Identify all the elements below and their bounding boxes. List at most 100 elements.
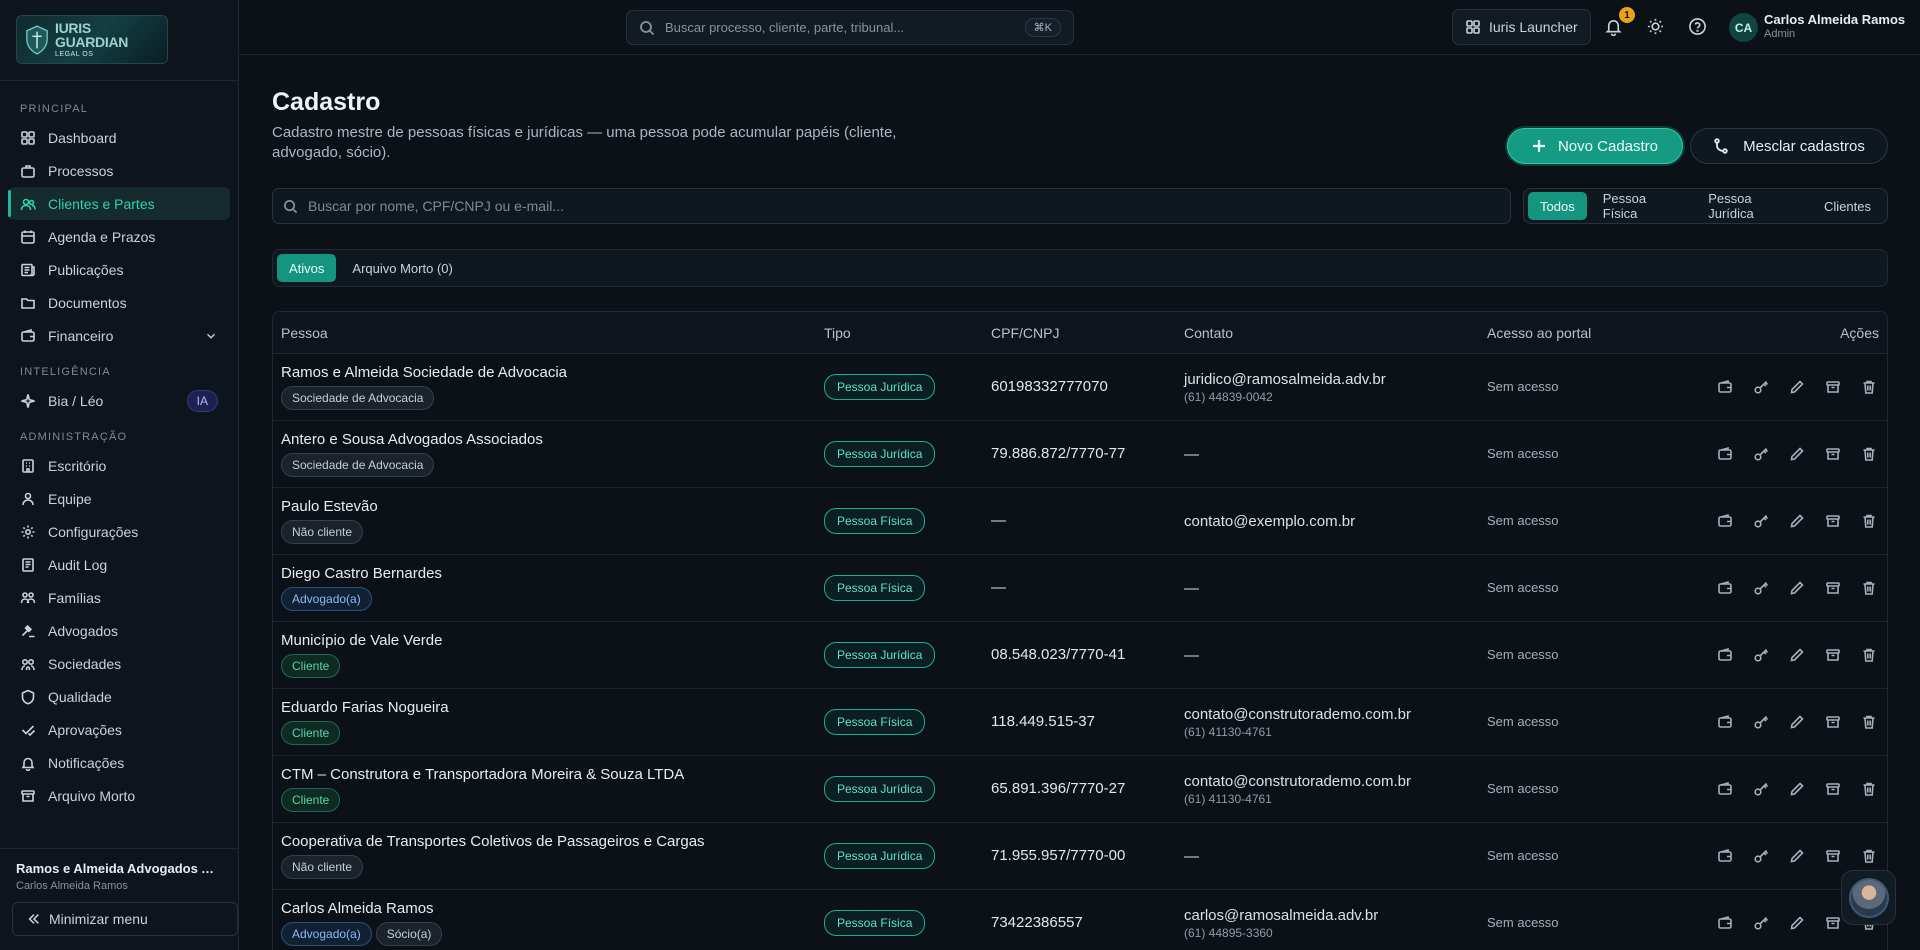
row-action-archive-button[interactable] — [1823, 511, 1843, 531]
table-row[interactable]: Eduardo Farias Nogueira Cliente Pessoa Fís… — [273, 689, 1887, 756]
table-row[interactable]: CTM – Construtora e Transportadora Morei… — [273, 756, 1887, 823]
help-button[interactable] — [1686, 15, 1708, 37]
sidebar-item-notificacoes[interactable]: Notificações — [8, 746, 230, 779]
row-action-archive-button[interactable] — [1823, 645, 1843, 665]
row-action-key-button[interactable] — [1751, 712, 1771, 732]
sidebar-item-agenda-e-prazos[interactable]: Agenda e Prazos — [8, 220, 230, 253]
person-name[interactable]: Cooperativa de Transportes Coletivos de … — [281, 833, 824, 850]
sidebar-item-escritorio[interactable]: Escritório — [8, 449, 230, 482]
row-action-edit-button[interactable] — [1787, 712, 1807, 732]
row-action-wallet-button[interactable] — [1715, 913, 1735, 933]
row-action-edit-button[interactable] — [1787, 578, 1807, 598]
row-action-key-button[interactable] — [1751, 444, 1771, 464]
sidebar-item-publicacoes[interactable]: Publicações — [8, 253, 230, 286]
row-action-wallet-button[interactable] — [1715, 377, 1735, 397]
sidebar-item-equipe[interactable]: Equipe — [8, 482, 230, 515]
row-action-trash-button[interactable] — [1859, 846, 1879, 866]
row-action-wallet-button[interactable] — [1715, 444, 1735, 464]
row-action-wallet-button[interactable] — [1715, 779, 1735, 799]
user-avatar[interactable]: CA — [1729, 13, 1758, 42]
filter-pessoa-fisica[interactable]: Pessoa Física — [1591, 191, 1693, 221]
row-action-key-button[interactable] — [1751, 779, 1771, 799]
row-action-trash-button[interactable] — [1859, 779, 1879, 799]
sidebar-item-documentos[interactable]: Documentos — [8, 286, 230, 319]
row-action-key-button[interactable] — [1751, 578, 1771, 598]
row-action-archive-button[interactable] — [1823, 779, 1843, 799]
sidebar-item-bia-leo[interactable]: Bia / Léo IA — [8, 384, 230, 417]
merge-records-button[interactable]: Mesclar cadastros — [1690, 128, 1888, 164]
chevron-down-icon[interactable] — [204, 329, 218, 343]
filter-todos[interactable]: Todos — [1528, 192, 1587, 220]
header-acesso-portal[interactable]: Acesso ao portal — [1487, 325, 1697, 341]
row-action-edit-button[interactable] — [1787, 511, 1807, 531]
minimize-menu-button[interactable]: Minimizar menu — [12, 902, 238, 936]
person-name[interactable]: CTM – Construtora e Transportadora Morei… — [281, 766, 824, 783]
sidebar-item-arquivo-morto[interactable]: Arquivo Morto — [8, 779, 230, 812]
iuris-launcher-button[interactable]: Iuris Launcher — [1452, 9, 1591, 45]
row-action-trash-button[interactable] — [1859, 712, 1879, 732]
theme-toggle-button[interactable] — [1644, 15, 1666, 37]
table-row[interactable]: Cooperativa de Transportes Coletivos de … — [273, 823, 1887, 890]
row-action-wallet-button[interactable] — [1715, 645, 1735, 665]
header-pessoa[interactable]: Pessoa — [273, 325, 824, 341]
person-name[interactable]: Eduardo Farias Nogueira — [281, 699, 824, 716]
filter-pessoa-juridica[interactable]: Pessoa Jurídica — [1696, 191, 1808, 221]
table-row[interactable]: Ramos e Almeida Sociedade de Advocacia So… — [273, 354, 1887, 421]
row-action-edit-button[interactable] — [1787, 377, 1807, 397]
row-action-trash-button[interactable] — [1859, 578, 1879, 598]
person-name[interactable]: Paulo Estevão — [281, 498, 824, 515]
row-action-key-button[interactable] — [1751, 511, 1771, 531]
filter-clientes[interactable]: Clientes — [1812, 192, 1883, 220]
row-action-archive-button[interactable] — [1823, 913, 1843, 933]
row-action-edit-button[interactable] — [1787, 645, 1807, 665]
app-logo[interactable]: IURIS GUARDIAN LEGAL OS — [16, 15, 168, 64]
table-row[interactable]: Diego Castro Bernardes Advogado(a) Pessoa … — [273, 555, 1887, 622]
row-action-key-button[interactable] — [1751, 645, 1771, 665]
person-name[interactable]: Antero e Sousa Advogados Associados — [281, 431, 824, 448]
row-action-trash-button[interactable] — [1859, 377, 1879, 397]
row-action-wallet-button[interactable] — [1715, 712, 1735, 732]
row-action-edit-button[interactable] — [1787, 913, 1807, 933]
person-name[interactable]: Diego Castro Bernardes — [281, 565, 824, 582]
table-row[interactable]: Carlos Almeida Ramos Advogado(a) Sócio(a) P… — [273, 890, 1887, 950]
row-action-archive-button[interactable] — [1823, 578, 1843, 598]
row-action-archive-button[interactable] — [1823, 712, 1843, 732]
records-search-input[interactable]: Buscar por nome, CPF/CNPJ ou e-mail... — [272, 188, 1511, 224]
sidebar-item-configuracoes[interactable]: Configurações — [8, 515, 230, 548]
row-action-key-button[interactable] — [1751, 377, 1771, 397]
header-tipo[interactable]: Tipo — [824, 325, 991, 341]
new-record-button[interactable]: Novo Cadastro — [1507, 128, 1683, 164]
person-name[interactable]: Ramos e Almeida Sociedade de Advocacia — [281, 364, 824, 381]
sidebar-item-audit-log[interactable]: Audit Log — [8, 548, 230, 581]
sidebar-item-financeiro[interactable]: Financeiro — [8, 319, 230, 352]
global-search-input[interactable]: Buscar processo, cliente, parte, tribuna… — [626, 10, 1074, 45]
sidebar-item-advogados[interactable]: Advogados — [8, 614, 230, 647]
header-contato[interactable]: Contato — [1184, 325, 1487, 341]
row-action-wallet-button[interactable] — [1715, 578, 1735, 598]
row-action-wallet-button[interactable] — [1715, 846, 1735, 866]
sidebar-item-processos[interactable]: Processos — [8, 154, 230, 187]
row-action-edit-button[interactable] — [1787, 444, 1807, 464]
row-action-wallet-button[interactable] — [1715, 511, 1735, 531]
sidebar-item-dashboard[interactable]: Dashboard — [8, 121, 230, 154]
row-action-archive-button[interactable] — [1823, 377, 1843, 397]
assistant-floating-button[interactable] — [1841, 870, 1896, 925]
table-row[interactable]: Paulo Estevão Não cliente Pessoa Física — co… — [273, 488, 1887, 555]
sidebar-item-sociedades[interactable]: Sociedades — [8, 647, 230, 680]
row-action-key-button[interactable] — [1751, 913, 1771, 933]
row-action-trash-button[interactable] — [1859, 511, 1879, 531]
tab-ativos[interactable]: Ativos — [277, 254, 337, 282]
sidebar-item-familias[interactable]: Famílias — [8, 581, 230, 614]
row-action-trash-button[interactable] — [1859, 645, 1879, 665]
header-cpf-cnpj[interactable]: CPF/CNPJ — [991, 325, 1184, 341]
tab-arquivo-morto-0[interactable]: Arquivo Morto (0) — [340, 254, 464, 282]
row-action-edit-button[interactable] — [1787, 779, 1807, 799]
row-action-archive-button[interactable] — [1823, 444, 1843, 464]
person-name[interactable]: Município de Vale Verde — [281, 632, 824, 649]
person-name[interactable]: Carlos Almeida Ramos — [281, 900, 824, 917]
user-menu[interactable]: Carlos Almeida Ramos Admin — [1764, 12, 1905, 41]
sidebar-item-aprovacoes[interactable]: Aprovações — [8, 713, 230, 746]
sidebar-item-qualidade[interactable]: Qualidade — [8, 680, 230, 713]
sidebar-item-clientes-e-partes[interactable]: Clientes e Partes — [8, 187, 230, 220]
row-action-key-button[interactable] — [1751, 846, 1771, 866]
